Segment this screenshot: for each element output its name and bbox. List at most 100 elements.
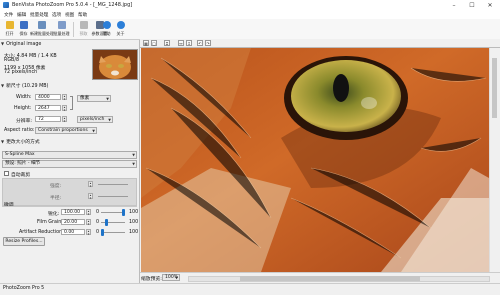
height-field[interactable]: 2647 [35, 105, 61, 111]
film-grain-max: 100 [129, 220, 139, 225]
divider [2, 206, 137, 207]
sharpen-field[interactable]: 100.00 [61, 209, 85, 215]
size-unit-select[interactable]: 像素 ▼ [77, 95, 111, 102]
menu-help[interactable]: 帮助 [78, 12, 87, 18]
preset-select[interactable]: 预设: 照片 - 细节 ▼ [2, 160, 137, 168]
image-preview[interactable] [141, 48, 489, 272]
radius-label: 半径: [50, 196, 62, 201]
artifact-reduction-label: Artifact Reduction: [19, 230, 64, 235]
chevron-down-icon: ▼ [108, 118, 111, 122]
height-spinner[interactable]: ▴ ▾ [62, 105, 67, 112]
fit-width-icon[interactable]: ↔ [178, 40, 184, 46]
vertical-scrollbar[interactable] [489, 48, 500, 272]
width-spinner[interactable]: ▴ ▾ [62, 94, 67, 101]
split-view-icon[interactable]: ▦ [143, 40, 149, 46]
sharpen-spinner[interactable]: ▴ ▾ [86, 209, 91, 216]
auto-crop-checkbox[interactable] [4, 171, 9, 176]
width-field[interactable]: 4000 [35, 94, 61, 100]
about-icon [117, 21, 125, 29]
artifact-reduction-field[interactable]: 0.00 [61, 229, 85, 235]
resolution-label: 分辨率: [16, 119, 33, 124]
menu-bar: 文件 编辑 批量处理 选项 视图 帮助 [0, 11, 500, 19]
cat-thumbnail [93, 50, 137, 79]
zoom-select[interactable]: 100% ▼ [162, 274, 180, 281]
chevron-down-icon: ▼ [132, 153, 135, 157]
status-bar: PhotoZoom Pro 5 [0, 283, 500, 295]
aspect-ratio-value: Constrain proportions [38, 128, 88, 133]
new-batch-button[interactable]: 新建批量处理 [30, 20, 54, 38]
save-button[interactable]: 保存 [17, 20, 30, 38]
chevron-down-icon: ▼ [175, 276, 178, 280]
artifact-reduction-slider[interactable] [101, 232, 125, 233]
menu-options[interactable]: 选项 [52, 12, 61, 18]
prefetch-button[interactable]: 预取 [77, 20, 90, 38]
resolution-unit-select[interactable]: pixels/inch ▼ [77, 116, 113, 123]
link-bracket-icon [70, 96, 73, 110]
artifact-reduction-slider-thumb[interactable] [101, 229, 104, 236]
radius-spinner[interactable]: ▴ ▾ [88, 193, 93, 200]
size-unit-value: 像素 [80, 96, 90, 101]
resolution-field[interactable]: 72 [35, 116, 61, 122]
prefetch-label: 预取 [79, 31, 88, 36]
batch-icon [38, 21, 46, 29]
original-resolution: 72 pixels/inch [4, 70, 38, 75]
radius-slider[interactable] [98, 196, 128, 197]
rotate-right-icon[interactable]: ↷ [205, 40, 211, 46]
single-view-icon[interactable]: ▢ [151, 40, 157, 46]
close-button[interactable]: ✕ [482, 0, 498, 11]
sharpen-slider-thumb[interactable] [122, 209, 125, 216]
menu-edit[interactable]: 编辑 [17, 12, 26, 18]
preset-value: 预设: 照片 - 细节 [5, 161, 41, 166]
original-thumbnail [92, 49, 138, 80]
strength-spinner[interactable]: ▴ ▾ [88, 181, 93, 188]
artifact-reduction-spinner[interactable]: ▴ ▾ [86, 229, 91, 236]
aspect-ratio-select[interactable]: Constrain proportions ▼ [35, 127, 97, 134]
preview-bottom-bar: 缩放预览: 100% ▼ [140, 272, 500, 283]
horizontal-scrollbar-thumb[interactable] [240, 276, 420, 281]
batch-process-label: 批量处理 [53, 31, 70, 36]
film-grain-min: 0 [96, 220, 100, 225]
original-mode: RGB/8 [4, 58, 20, 63]
strength-slider[interactable] [98, 184, 128, 185]
new-batch-label: 新建批量处理 [30, 31, 54, 36]
rotate-left-icon[interactable]: ↶ [197, 40, 203, 46]
toolbar-separator [73, 22, 74, 37]
about-button[interactable]: 关于 [114, 20, 127, 38]
chevron-down-icon: ▼ [92, 129, 95, 133]
chevron-down-icon: ▼ [106, 97, 109, 101]
resize-profiles-button[interactable]: Resize Profiles... [3, 237, 45, 246]
resolution-spinner[interactable]: ▴ ▾ [62, 116, 67, 123]
scrollbar-thumb[interactable] [492, 58, 497, 118]
algorithm-select[interactable]: S-Spline Max ▼ [2, 151, 137, 159]
disabled-options-area [2, 178, 137, 206]
menu-file[interactable]: 文件 [4, 12, 13, 18]
resize-method-header[interactable]: ▼ 更改大小的方式 [1, 138, 138, 145]
strength-label: 强度: [50, 184, 62, 189]
help-icon [103, 21, 111, 29]
toolbar: 打开 保存 新建批量处理 批量处理 预取 参数设置 帮助 关于 [0, 19, 500, 40]
new-size-title: 新尺寸 (10.29 MB) [6, 84, 49, 89]
minimize-button[interactable]: – [446, 0, 462, 11]
resolution-unit-value: pixels/inch [80, 117, 105, 122]
film-grain-spinner[interactable]: ▴ ▾ [86, 219, 91, 226]
menu-view[interactable]: 视图 [65, 12, 74, 18]
algorithm-value: S-Spline Max [5, 152, 35, 157]
new-size-header[interactable]: ▼ 新尺寸 (10.29 MB) [1, 82, 138, 89]
menu-batch[interactable]: 批量处理 [30, 12, 48, 18]
film-grain-slider-thumb[interactable] [105, 219, 109, 226]
fit-height-icon[interactable]: ↕ [186, 40, 192, 46]
crop-icon[interactable]: ⌗ [164, 40, 170, 46]
batch-process-icon [58, 21, 66, 29]
maximize-button[interactable]: ☐ [464, 0, 480, 11]
preview-toolbar: ▦ ▢ ⌗ ↔ ↕ ↶ ↷ [140, 39, 500, 48]
settings-panel: ▼ Original image 大小: 4.84 MB / 1.4 KB RGB… [0, 40, 140, 283]
app-icon [3, 2, 9, 8]
original-image-header[interactable]: ▼ Original image [1, 41, 138, 48]
width-label: Width: [16, 95, 32, 100]
chevron-down-icon: ▼ [132, 162, 135, 166]
batch-process-button[interactable]: 批量处理 [53, 20, 70, 38]
save-icon [20, 21, 28, 29]
sharpen-min: 0 [96, 210, 100, 215]
open-icon [6, 21, 14, 29]
film-grain-field[interactable]: 20.00 [61, 219, 85, 225]
